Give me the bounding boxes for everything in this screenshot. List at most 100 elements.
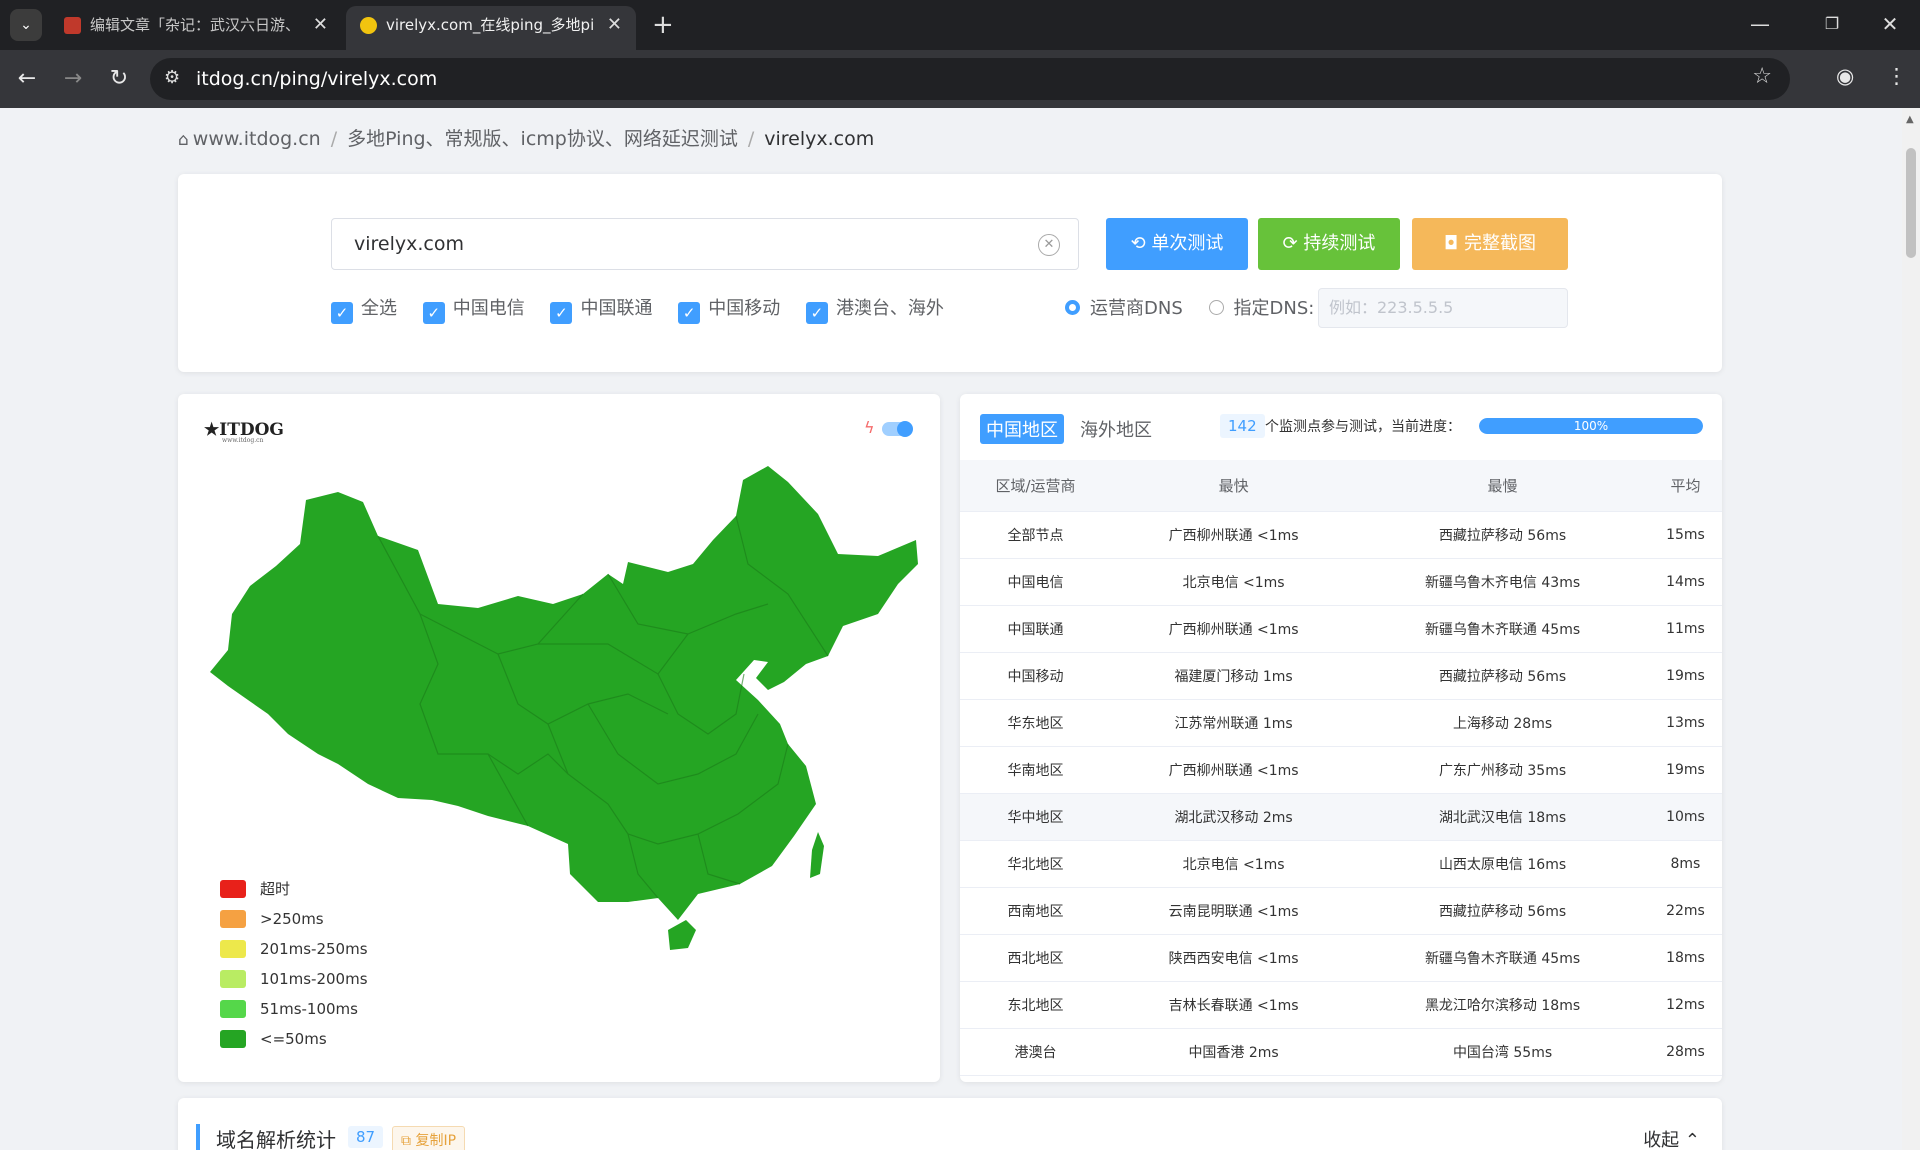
table-row[interactable]: 中国移动 福建厦门移动 1ms 西藏拉萨移动 56ms 19ms (960, 652, 1722, 700)
reload-icon[interactable]: ↻ (104, 64, 134, 94)
tab-china-region[interactable]: 中国地区 (980, 414, 1064, 444)
breadcrumb-home-link[interactable]: www.itdog.cn (193, 128, 321, 150)
table-cell: 上海移动 28ms (1356, 699, 1649, 747)
tab-title: 编辑文章「杂记：武汉六日游、 (90, 16, 298, 34)
table-cell: 东北地区 (960, 981, 1111, 1029)
continuous-test-button[interactable]: ⟳ 持续测试 (1258, 218, 1400, 270)
legend-label: <=50ms (260, 1030, 327, 1048)
page-scrollbar[interactable]: ▲ (1902, 108, 1920, 1150)
node-count-badge: 142 (1220, 414, 1265, 438)
legend-swatch (220, 940, 246, 958)
table-row[interactable]: 华中地区 湖北武汉移动 2ms 湖北武汉电信 18ms 10ms (960, 793, 1722, 841)
legend-swatch (220, 880, 246, 898)
table-row[interactable]: 西北地区 陕西西安电信 <1ms 新疆乌鲁木齐联通 45ms 18ms (960, 934, 1722, 982)
dns-count-badge: 87 (348, 1126, 384, 1148)
copy-ip-button[interactable]: ⧉ 复制IP (392, 1126, 466, 1150)
column-header: 最快 (1110, 460, 1357, 512)
operator-filter: ✓ 全选 ✓ 中国电信 ✓ 中国联通 ✓ 中国移动 ✓ 港澳台、海外 (331, 294, 964, 324)
tab-overseas-region[interactable]: 海外地区 (1074, 414, 1158, 444)
browser-tab-itdog[interactable]: virelyx.com_在线ping_多地pin ✕ (346, 6, 636, 50)
home-icon: ⌂ (178, 130, 189, 150)
table-row[interactable]: 华东地区 江苏常州联通 1ms 上海移动 28ms 13ms (960, 699, 1722, 747)
close-icon[interactable]: ✕ (607, 6, 622, 44)
table-row[interactable]: 港澳台 中国香港 2ms 中国台湾 55ms 28ms (960, 1028, 1722, 1076)
camera-icon: ◘ (1444, 233, 1464, 254)
table-cell: 中国香港 2ms (1110, 1028, 1357, 1076)
legend-item: 201ms-250ms (220, 934, 368, 964)
table-cell: 中国台湾 55ms (1356, 1028, 1649, 1076)
table-row[interactable]: 中国电信 北京电信 <1ms 新疆乌鲁木齐电信 43ms 14ms (960, 558, 1722, 606)
table-cell: 陕西西安电信 <1ms (1110, 934, 1357, 982)
region-tabs: 中国地区 海外地区 (980, 414, 1168, 444)
table-cell: 北京电信 <1ms (1110, 840, 1357, 888)
table-cell: 北京电信 <1ms (1110, 558, 1357, 606)
table-cell: 云南昆明联通 <1ms (1110, 887, 1357, 935)
clear-input-icon[interactable]: ✕ (1038, 234, 1060, 256)
table-cell: 西藏拉萨移动 56ms (1356, 652, 1649, 700)
table-cell: 广东广州移动 35ms (1356, 746, 1649, 794)
radio-carrier-dns[interactable]: 运营商DNS (1065, 294, 1183, 320)
map-region-taiwan[interactable] (810, 832, 824, 878)
progress-fill: 100% (1479, 418, 1703, 434)
map-region-hainan[interactable] (668, 920, 696, 950)
table-row[interactable]: 西南地区 云南昆明联通 <1ms 西藏拉萨移动 56ms 22ms (960, 887, 1722, 935)
table-cell: 19ms (1648, 652, 1722, 700)
checkbox-mobile[interactable]: ✓ 中国移动 (678, 294, 780, 324)
table-cell: 中国移动 (960, 652, 1111, 700)
close-icon[interactable]: ✕ (313, 6, 328, 44)
check-icon: ✓ (331, 302, 353, 324)
address-url[interactable]: itdog.cn/ping/virelyx.com (196, 58, 437, 100)
bookmark-star-icon[interactable]: ☆ (1752, 64, 1772, 89)
more-menu-icon[interactable]: ⋮ (1886, 64, 1907, 88)
host-input[interactable] (331, 218, 1079, 270)
screenshot-button[interactable]: ◘ 完整截图 (1412, 218, 1568, 270)
table-cell: 福建厦门移动 1ms (1110, 652, 1357, 700)
table-cell: 湖北武汉移动 2ms (1110, 793, 1357, 841)
table-cell: 28ms (1648, 1028, 1722, 1076)
table-row[interactable]: 华南地区 广西柳州联通 <1ms 广东广州移动 35ms 19ms (960, 746, 1722, 794)
table-cell: 华北地区 (960, 840, 1111, 888)
table-cell: 吉林长春联通 <1ms (1110, 981, 1357, 1029)
forward-arrow-icon[interactable]: → (58, 64, 88, 94)
scroll-up-arrow-icon[interactable]: ▲ (1906, 114, 1914, 125)
checkbox-select-all[interactable]: ✓ 全选 (331, 294, 397, 324)
single-test-button[interactable]: ⟲ 单次测试 (1106, 218, 1248, 270)
scroll-thumb[interactable] (1906, 148, 1916, 258)
table-row[interactable]: 全部节点 广西柳州联通 <1ms 西藏拉萨移动 56ms 15ms (960, 511, 1722, 559)
back-arrow-icon[interactable]: ← (12, 64, 42, 94)
minimize-icon[interactable]: — (1730, 4, 1790, 44)
address-bar[interactable]: ⚙ itdog.cn/ping/virelyx.com ☆ (150, 58, 1790, 100)
table-row[interactable]: 中国联通 广西柳州联通 <1ms 新疆乌鲁木齐联通 45ms 11ms (960, 605, 1722, 653)
custom-dns-input[interactable]: 例如：223.5.5.5 (1318, 288, 1568, 328)
table-row[interactable]: 华北地区 北京电信 <1ms 山西太原电信 16ms 8ms (960, 840, 1722, 888)
table-cell: 西藏拉萨移动 56ms (1356, 887, 1649, 935)
dog-icon: ★ (204, 420, 220, 440)
breadcrumb: ⌂ www.itdog.cn / 多地Ping、常规版、icmp协议、网络延迟测试 / v… (178, 124, 874, 151)
itdog-favicon-icon (360, 17, 377, 34)
checkbox-telecom[interactable]: ✓ 中国电信 (422, 294, 525, 324)
collapse-button[interactable]: 收起 ⌃ (1643, 1126, 1700, 1150)
window-close-icon[interactable]: ✕ (1860, 4, 1920, 44)
table-cell: 全部节点 (960, 511, 1111, 559)
table-cell: 新疆乌鲁木齐联通 45ms (1356, 934, 1649, 982)
table-cell: 8ms (1648, 840, 1722, 888)
browser-tab-edit-article[interactable]: 编辑文章「杂记：武汉六日游、 ✕ (50, 6, 342, 50)
restore-icon[interactable]: ❐ (1802, 4, 1862, 44)
checkbox-unicom[interactable]: ✓ 中国联通 (550, 294, 652, 324)
table-cell: 华南地区 (960, 746, 1111, 794)
breadcrumb-ping-link[interactable]: 多地Ping、常规版、icmp协议、网络延迟测试 (347, 128, 738, 150)
radio-custom-dns[interactable]: 指定DNS: (1208, 294, 1314, 320)
map-panel: ★ITDOG www.itdog.cn ϟ 超时 >250ms 201ms-25… (178, 394, 940, 1082)
map-region-mainland[interactable] (210, 466, 918, 920)
table-row[interactable]: 东北地区 吉林长春联通 <1ms 黑龙江哈尔滨移动 18ms 12ms (960, 981, 1722, 1029)
table-cell: 13ms (1648, 699, 1722, 747)
check-icon: ✓ (678, 302, 701, 324)
checkbox-overseas[interactable]: ✓ 港澳台、海外 (805, 294, 944, 324)
realtime-toggle[interactable] (882, 421, 913, 437)
new-tab-plus-icon[interactable]: + (652, 6, 674, 44)
profile-icon[interactable]: ◉ (1836, 64, 1854, 88)
node-count-text: 个监测点参与测试，当前进度： (1265, 419, 1461, 435)
dns-choice: 运营商DNS 指定DNS: (1065, 294, 1334, 320)
site-info-icon[interactable]: ⚙ (164, 67, 180, 88)
tab-search-button[interactable]: ⌄ (10, 9, 42, 41)
